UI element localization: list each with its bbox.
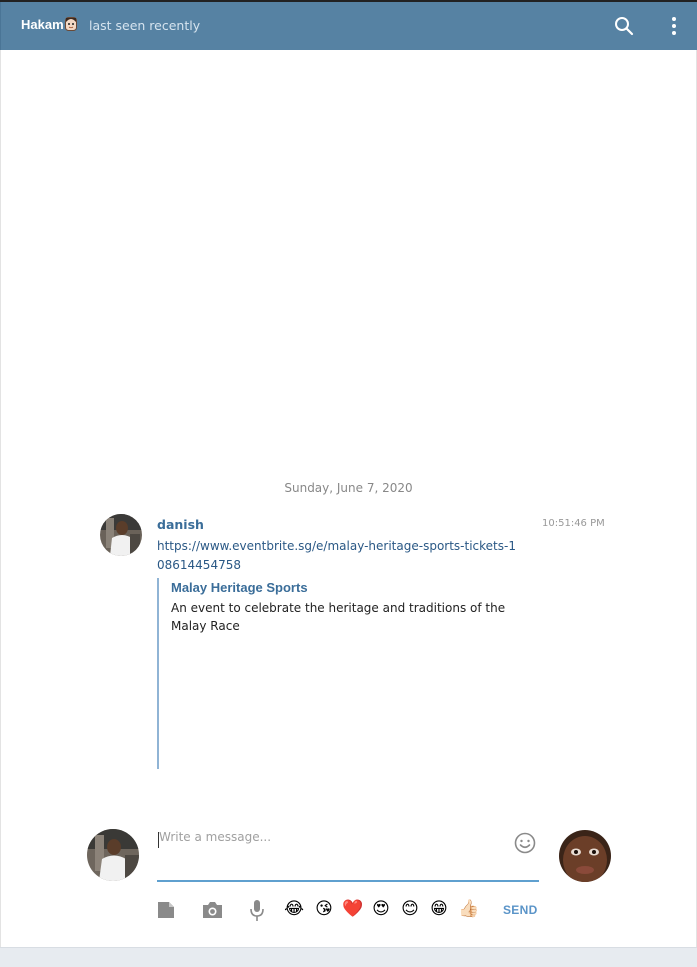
emoji-smiling-icon[interactable]: 😊 [400, 899, 420, 919]
link-preview-title: Malay Heritage Sports [171, 580, 308, 595]
emoji-grinning-icon[interactable]: 😁 [429, 899, 449, 919]
message-sender[interactable]: danish [157, 517, 204, 532]
peer-avatar[interactable] [559, 830, 611, 882]
chat-header: Hakam last seen recently [0, 2, 697, 50]
camera-icon[interactable] [202, 901, 223, 919]
sender-avatar-photo [100, 514, 142, 556]
peeping-emoji-icon [64, 17, 77, 31]
message-composer[interactable] [157, 826, 539, 882]
more-options-icon[interactable] [668, 15, 680, 37]
left-border [0, 50, 1, 947]
emoji-kiss-icon[interactable]: 😘 [314, 899, 334, 919]
emoji-heart-eyes-icon[interactable]: 😍 [371, 899, 391, 919]
emoji-thumbs-up-icon[interactable]: 👍🏻 [458, 899, 479, 919]
contact-name-label: Hakam [21, 17, 64, 32]
send-button[interactable]: SEND [503, 903, 538, 917]
sender-avatar[interactable] [100, 514, 142, 556]
search-icon[interactable] [614, 16, 634, 36]
microphone-icon[interactable] [248, 899, 266, 922]
peer-avatar-photo [559, 830, 611, 882]
emoji-heart-icon[interactable]: ❤️ [342, 899, 363, 919]
link-preview[interactable]: Malay Heritage Sports An event to celebr… [157, 578, 537, 769]
link-preview-description: An event to celebrate the heritage and t… [171, 601, 506, 633]
emoji-tears-of-joy-icon[interactable]: 😂 [284, 899, 304, 919]
emoji-picker-icon[interactable] [514, 832, 536, 854]
contact-name[interactable]: Hakam [21, 17, 77, 32]
message-link[interactable]: https://www.eventbrite.sg/e/malay-herita… [157, 537, 517, 575]
contact-status: last seen recently [89, 18, 201, 33]
attach-file-icon[interactable] [157, 901, 175, 919]
date-separator: Sunday, June 7, 2020 [284, 481, 413, 495]
message-input[interactable] [157, 830, 499, 860]
message-time: 10:51:46 PM [542, 518, 605, 529]
self-avatar[interactable] [87, 829, 139, 881]
footer-bar [0, 947, 697, 967]
text-cursor [158, 832, 159, 848]
self-avatar-photo [87, 829, 139, 881]
